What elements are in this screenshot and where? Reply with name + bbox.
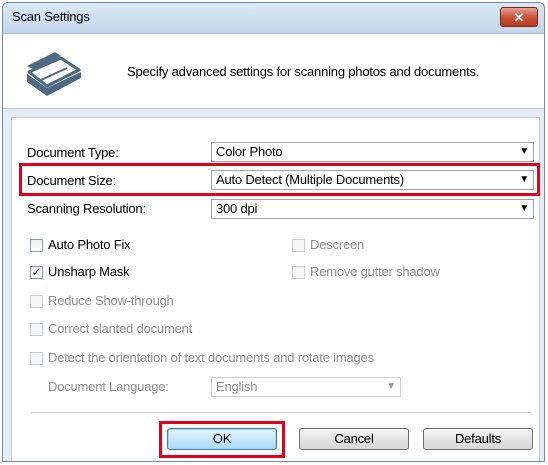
detect-orientation-checkbox[interactable]: [30, 352, 43, 365]
auto-photo-fix-label[interactable]: Auto Photo Fix: [48, 237, 131, 252]
document-size-highlight: [19, 163, 540, 196]
close-icon: ✕: [513, 10, 525, 25]
defaults-button[interactable]: Defaults: [423, 428, 533, 450]
title-bar: Scan Settings ✕: [3, 3, 544, 34]
correct-slanted-document-checkbox[interactable]: [30, 323, 43, 336]
scanning-resolution-label: Scanning Resolution:: [27, 201, 146, 216]
descreen-checkbox[interactable]: [292, 239, 305, 252]
chevron-down-icon: ▼: [519, 203, 529, 214]
document-language-label: Document Language:: [48, 379, 169, 394]
chevron-down-icon: ▼: [386, 381, 396, 392]
separator: [31, 412, 531, 413]
descreen-label[interactable]: Descreen: [310, 237, 364, 252]
correct-slanted-document-label[interactable]: Correct slanted document: [48, 321, 192, 336]
document-type-label: Document Type:: [27, 145, 119, 160]
document-language-value: English: [216, 379, 258, 394]
scanning-resolution-value: 300 dpi: [216, 201, 258, 216]
reduce-show-through-label[interactable]: Reduce Show-through: [48, 293, 174, 308]
scanner-icon: [27, 52, 81, 96]
scanning-resolution-select[interactable]: 300 dpi ▼: [211, 199, 534, 219]
dialog-header: Specify advanced settings for scanning p…: [3, 34, 544, 109]
unsharp-mask-checkbox[interactable]: ✓: [30, 266, 43, 279]
document-type-select[interactable]: Color Photo ▼: [211, 142, 534, 162]
unsharp-mask-label[interactable]: Unsharp Mask: [48, 264, 130, 279]
document-type-value: Color Photo: [216, 144, 283, 159]
cancel-button[interactable]: Cancel: [299, 428, 409, 450]
window-title: Scan Settings: [12, 9, 90, 24]
chevron-down-icon: ▼: [519, 146, 529, 157]
detect-orientation-label[interactable]: Detect the orientation of text documents…: [48, 350, 374, 365]
document-language-select[interactable]: English ▼: [211, 377, 401, 397]
ok-button-highlight: [159, 421, 285, 458]
remove-gutter-shadow-checkbox[interactable]: [292, 266, 305, 279]
reduce-show-through-checkbox[interactable]: [30, 295, 43, 308]
header-description: Specify advanced settings for scanning p…: [127, 64, 480, 79]
close-button[interactable]: ✕: [500, 7, 538, 27]
scan-settings-dialog: Scan Settings ✕ Specify advanced setting…: [2, 2, 545, 462]
auto-photo-fix-checkbox[interactable]: [30, 239, 43, 252]
remove-gutter-shadow-label[interactable]: Remove gutter shadow: [310, 264, 440, 279]
